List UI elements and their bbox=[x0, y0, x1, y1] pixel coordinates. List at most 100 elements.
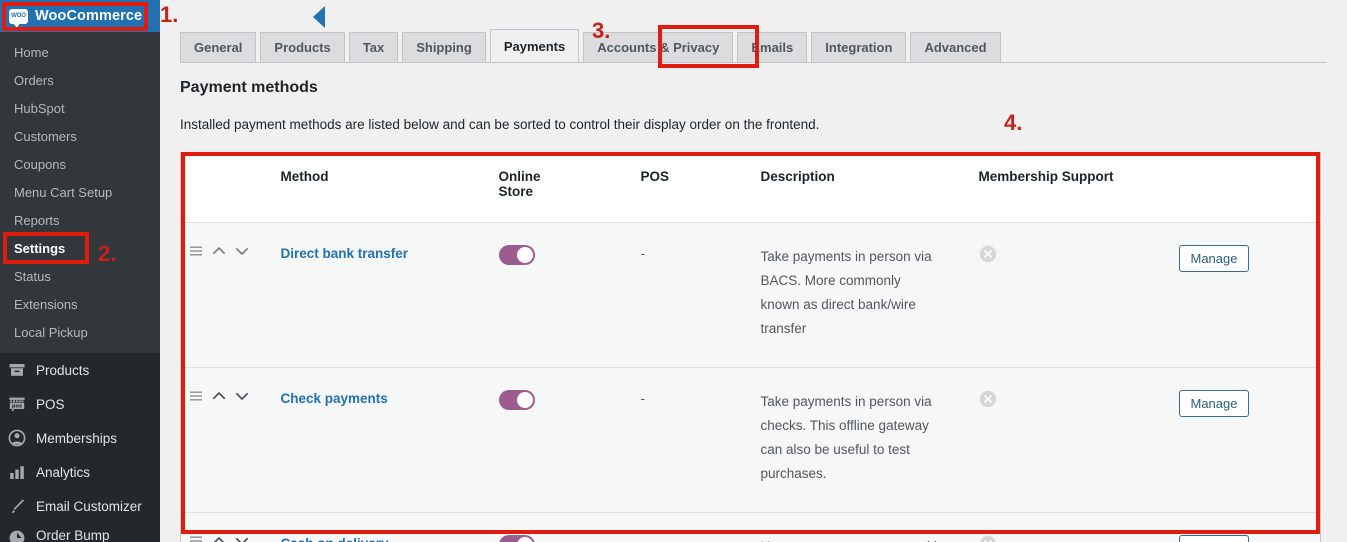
sidebar-item-extensions[interactable]: Extensions bbox=[0, 290, 160, 318]
annotation-number-2: 2. bbox=[98, 241, 117, 266]
column-header-pos: POS bbox=[640, 152, 761, 223]
cell-membership-support bbox=[978, 367, 1179, 513]
move-up-chevron-icon[interactable] bbox=[212, 245, 226, 257]
pos-storefront-icon: pos bbox=[9, 397, 25, 412]
page-title: Payment methods bbox=[180, 79, 318, 96]
sidebar-item-email-customizer[interactable]: Email Customizer bbox=[0, 489, 160, 523]
tab-label: Shipping bbox=[416, 40, 472, 55]
cell-description: Take payments in person via BACS. More c… bbox=[760, 222, 979, 368]
sidebar-item-label: Orders bbox=[14, 72, 54, 88]
move-up-chevron-icon[interactable] bbox=[212, 535, 226, 542]
sidebar-header-title: WooCommerce bbox=[35, 8, 143, 24]
move-down-chevron-icon[interactable] bbox=[235, 390, 249, 402]
drag-handle-icon[interactable] bbox=[189, 245, 203, 257]
tab-integration[interactable]: Integration bbox=[811, 32, 907, 62]
tab-label: Products bbox=[274, 40, 331, 55]
payment-methods-table: Method Online Store POS Description Memb… bbox=[180, 152, 1321, 542]
method-name-link[interactable]: Direct bank transfer bbox=[281, 246, 409, 261]
paintbrush-icon bbox=[12, 499, 24, 514]
tab-label: Tax bbox=[362, 40, 385, 55]
sidebar-item-home[interactable]: Home bbox=[0, 38, 160, 66]
sidebar-item-label: Order Bump bbox=[36, 528, 110, 542]
column-header-sort bbox=[180, 152, 281, 223]
sidebar-item-label: Extensions bbox=[14, 296, 78, 312]
sidebar-item-menu-cart-setup[interactable]: Menu Cart Setup bbox=[0, 178, 160, 206]
online-store-toggle[interactable] bbox=[498, 245, 535, 265]
admin-main-menu: Products pos POS Memberships Analytics E… bbox=[0, 353, 160, 542]
column-header-method: Method bbox=[280, 152, 499, 223]
move-down-chevron-icon[interactable] bbox=[235, 245, 249, 257]
method-description: Take payments in person via checks. This… bbox=[760, 394, 932, 481]
sidebar-item-coupons[interactable]: Coupons bbox=[0, 150, 160, 178]
sidebar-item-pos[interactable]: pos POS bbox=[0, 387, 160, 421]
admin-sidebar: WOO WooCommerce Home Orders HubSpot Cust… bbox=[0, 0, 160, 542]
sidebar-item-orders[interactable]: Orders bbox=[0, 66, 160, 94]
annotation-number-4: 4. bbox=[1004, 110, 1023, 135]
sidebar-item-reports[interactable]: Reports bbox=[0, 206, 160, 234]
manage-button[interactable]: Manage bbox=[1178, 390, 1250, 417]
cell-sort bbox=[180, 222, 281, 368]
tab-general[interactable]: General bbox=[180, 32, 257, 62]
tab-emails[interactable]: Emails bbox=[737, 32, 808, 62]
sidebar-item-label: Email Customizer bbox=[36, 498, 142, 514]
tab-label: Integration bbox=[825, 40, 893, 55]
column-header-online-store: Online Store bbox=[498, 152, 641, 223]
settings-tab-bar: General Products Tax Shipping Payments A… bbox=[180, 29, 1327, 63]
move-up-chevron-icon[interactable] bbox=[212, 390, 226, 402]
sidebar-item-customers[interactable]: Customers bbox=[0, 122, 160, 150]
table-row: Cash on delivery - Have your customers p… bbox=[180, 512, 1321, 542]
cell-online-store bbox=[498, 222, 641, 368]
cell-sort bbox=[180, 512, 281, 542]
products-box-icon bbox=[9, 364, 25, 376]
tab-shipping[interactable]: Shipping bbox=[402, 32, 486, 62]
sidebar-item-label: Memberships bbox=[36, 430, 118, 446]
method-description: Have your customers pay with cash (or by… bbox=[761, 535, 943, 542]
sidebar-item-products[interactable]: Products bbox=[0, 353, 160, 387]
sidebar-item-analytics[interactable]: Analytics bbox=[0, 455, 160, 489]
sidebar-item-hubspot[interactable]: HubSpot bbox=[0, 94, 160, 122]
tab-products[interactable]: Products bbox=[260, 32, 345, 62]
analytics-bar-chart-icon bbox=[10, 466, 24, 479]
sidebar-item-order-bump[interactable]: Order Bump bbox=[0, 523, 160, 542]
sidebar-collapse-arrow-icon[interactable] bbox=[312, 6, 326, 28]
tab-advanced[interactable]: Advanced bbox=[910, 32, 1001, 62]
sidebar-item-label: Products bbox=[36, 362, 90, 378]
annotation-number-3: 3. bbox=[592, 18, 611, 43]
cell-actions: Manage bbox=[1178, 222, 1321, 368]
sidebar-item-local-pickup[interactable]: Local Pickup bbox=[0, 318, 160, 346]
tab-tax[interactable]: Tax bbox=[348, 32, 399, 62]
sidebar-item-settings[interactable]: Settings bbox=[0, 234, 160, 262]
pos-value: - bbox=[641, 536, 646, 542]
sidebar-item-label: POS bbox=[36, 396, 65, 412]
pos-value: - bbox=[640, 391, 646, 406]
table-row: Check payments - Take payments in person… bbox=[180, 367, 1321, 513]
drag-handle-icon[interactable] bbox=[189, 535, 203, 542]
manage-button[interactable]: Manage bbox=[1178, 535, 1250, 542]
move-down-chevron-icon[interactable] bbox=[235, 535, 249, 542]
drag-handle-icon[interactable] bbox=[189, 390, 203, 402]
method-name-link[interactable]: Check payments bbox=[281, 391, 388, 406]
online-store-toggle[interactable] bbox=[498, 390, 535, 410]
annotation-number-1: 1. bbox=[160, 2, 179, 27]
cell-description: Take payments in person via checks. This… bbox=[760, 367, 979, 513]
online-store-toggle[interactable] bbox=[498, 535, 535, 542]
sidebar-item-label: Menu Cart Setup bbox=[14, 184, 113, 200]
sidebar-item-status[interactable]: Status bbox=[0, 262, 160, 290]
tab-label: Payments bbox=[503, 38, 566, 54]
order-bump-icon bbox=[9, 530, 25, 542]
sidebar-header-woocommerce[interactable]: WOO WooCommerce bbox=[0, 0, 160, 32]
sidebar-item-label: Customers bbox=[14, 128, 77, 144]
membership-unsupported-icon bbox=[979, 390, 996, 408]
method-name-link[interactable]: Cash on delivery bbox=[281, 536, 389, 542]
manage-button[interactable]: Manage bbox=[1178, 245, 1250, 272]
cell-membership-support bbox=[978, 512, 1179, 542]
sidebar-item-label: Settings bbox=[14, 240, 66, 256]
sidebar-item-memberships[interactable]: Memberships bbox=[0, 421, 160, 455]
sidebar-item-label: HubSpot bbox=[14, 100, 65, 116]
membership-person-icon bbox=[8, 429, 26, 447]
sidebar-item-label: Local Pickup bbox=[14, 324, 88, 340]
page-description: Installed payment methods are listed bel… bbox=[180, 117, 820, 132]
tab-payments[interactable]: Payments bbox=[489, 29, 580, 62]
cell-online-store bbox=[498, 367, 641, 513]
table-row: Direct bank transfer - Take payments in … bbox=[180, 222, 1321, 368]
